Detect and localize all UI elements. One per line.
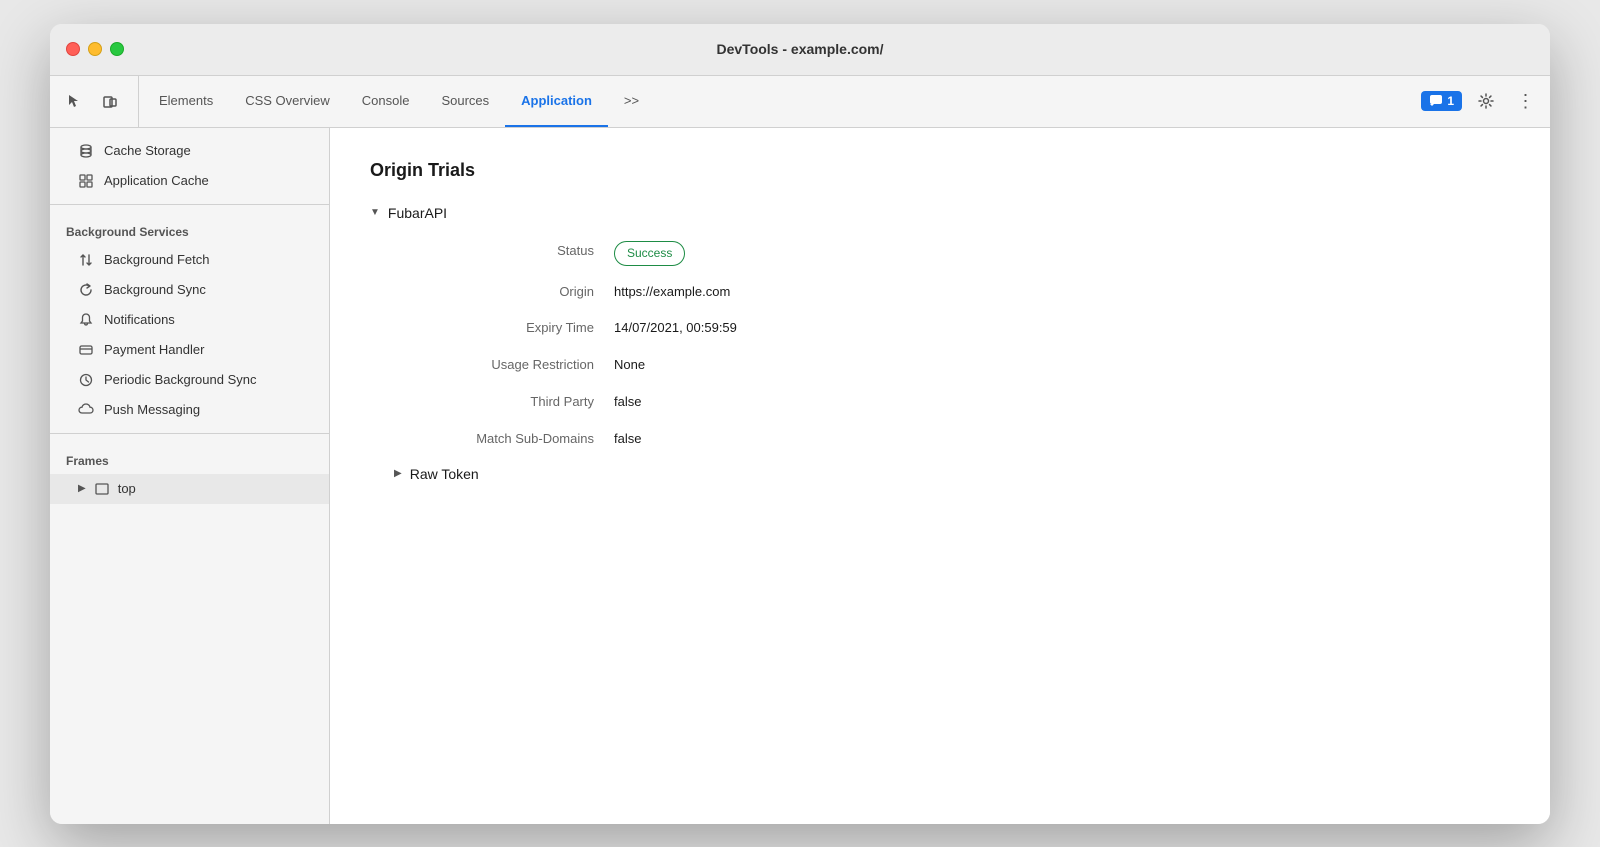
api-expand-arrow: ▼	[370, 207, 380, 218]
sidebar-item-background-sync[interactable]: Background Sync	[50, 275, 329, 305]
third-party-label: Third Party	[394, 392, 614, 413]
arrows-updown-icon	[78, 252, 94, 268]
origin-value: https://example.com	[614, 282, 1510, 303]
tab-elements[interactable]: Elements	[143, 76, 229, 127]
sidebar-item-cache-storage[interactable]: Cache Storage	[50, 136, 329, 166]
api-name: FubarAPI	[388, 205, 447, 221]
bell-icon	[78, 312, 94, 328]
status-label: Status	[394, 241, 614, 266]
sidebar-item-application-cache[interactable]: Application Cache	[50, 166, 329, 196]
page-title: Origin Trials	[370, 160, 1510, 181]
push-messaging-label: Push Messaging	[104, 402, 200, 417]
more-tabs-button[interactable]: >>	[608, 76, 655, 127]
toolbar-left-icons	[58, 76, 139, 127]
match-subdomains-label: Match Sub-Domains	[394, 429, 614, 450]
sidebar-item-push-messaging[interactable]: Push Messaging	[50, 395, 329, 425]
divider-1	[50, 204, 329, 205]
match-subdomains-value: false	[614, 429, 1510, 450]
chat-icon	[1429, 94, 1443, 108]
grid-icon	[78, 173, 94, 189]
tab-application[interactable]: Application	[505, 76, 608, 127]
top-frame-label: top	[118, 481, 136, 496]
divider-2	[50, 433, 329, 434]
sync-icon	[78, 282, 94, 298]
raw-token-label: Raw Token	[410, 466, 479, 482]
api-section-fubar: ▼ FubarAPI Status Success Origin https:/…	[370, 205, 1510, 482]
raw-token-arrow: ▶	[394, 468, 402, 479]
main-panel: Origin Trials ▼ FubarAPI Status Success …	[330, 128, 1550, 824]
sidebar-item-notifications[interactable]: Notifications	[50, 305, 329, 335]
main-content: Cache Storage Application Cache Backgrou…	[50, 128, 1550, 824]
sidebar-item-periodic-background-sync[interactable]: Periodic Background Sync	[50, 365, 329, 395]
more-dots-icon: ⋮	[1517, 91, 1536, 112]
origin-label: Origin	[394, 282, 614, 303]
close-button[interactable]	[66, 42, 80, 56]
tab-console[interactable]: Console	[346, 76, 426, 127]
frame-icon	[94, 481, 110, 497]
database-icon	[78, 143, 94, 159]
toolbar-tabs: Elements CSS Overview Console Sources Ap…	[143, 76, 1421, 127]
minimize-button[interactable]	[88, 42, 102, 56]
clock-icon	[78, 372, 94, 388]
frame-expand-arrow: ▶	[78, 483, 86, 494]
toolbar-right: 1 ⋮	[1421, 76, 1542, 127]
notifications-label: Notifications	[104, 312, 175, 327]
cache-storage-label: Cache Storage	[104, 143, 191, 158]
traffic-lights	[66, 42, 124, 56]
titlebar: DevTools - example.com/	[50, 24, 1550, 76]
third-party-value: false	[614, 392, 1510, 413]
more-options-button[interactable]: ⋮	[1510, 85, 1542, 117]
expiry-label: Expiry Time	[394, 318, 614, 339]
settings-button[interactable]	[1470, 85, 1502, 117]
detail-grid: Status Success Origin https://example.co…	[394, 241, 1510, 450]
application-cache-label: Application Cache	[104, 173, 209, 188]
api-header-fubar[interactable]: ▼ FubarAPI	[370, 205, 1510, 221]
notification-count: 1	[1447, 94, 1454, 108]
sidebar-item-background-fetch[interactable]: Background Fetch	[50, 245, 329, 275]
sidebar-item-payment-handler[interactable]: Payment Handler	[50, 335, 329, 365]
cursor-icon[interactable]	[58, 85, 90, 117]
raw-token-section[interactable]: ▶ Raw Token	[394, 466, 1510, 482]
tab-css-overview[interactable]: CSS Overview	[229, 76, 346, 127]
tab-sources[interactable]: Sources	[425, 76, 505, 127]
card-icon	[78, 342, 94, 358]
sidebar: Cache Storage Application Cache Backgrou…	[50, 128, 330, 824]
sidebar-item-top-frame[interactable]: ▶ top	[50, 474, 329, 504]
background-fetch-label: Background Fetch	[104, 252, 210, 267]
background-sync-label: Background Sync	[104, 282, 206, 297]
background-services-header: Background Services	[50, 213, 329, 245]
status-badge: Success	[614, 241, 685, 266]
notification-badge[interactable]: 1	[1421, 91, 1462, 111]
usage-restriction-value: None	[614, 355, 1510, 376]
payment-handler-label: Payment Handler	[104, 342, 204, 357]
gear-icon	[1478, 93, 1494, 109]
periodic-background-sync-label: Periodic Background Sync	[104, 372, 256, 387]
usage-restriction-label: Usage Restriction	[394, 355, 614, 376]
devtools-window: DevTools - example.com/ Elements CSS Ove…	[50, 24, 1550, 824]
cloud-icon	[78, 402, 94, 418]
status-value: Success	[614, 241, 1510, 266]
frames-header: Frames	[50, 442, 329, 474]
device-toggle-icon[interactable]	[94, 85, 126, 117]
toolbar: Elements CSS Overview Console Sources Ap…	[50, 76, 1550, 128]
window-title: DevTools - example.com/	[716, 41, 883, 57]
maximize-button[interactable]	[110, 42, 124, 56]
expiry-value: 14/07/2021, 00:59:59	[614, 318, 1510, 339]
